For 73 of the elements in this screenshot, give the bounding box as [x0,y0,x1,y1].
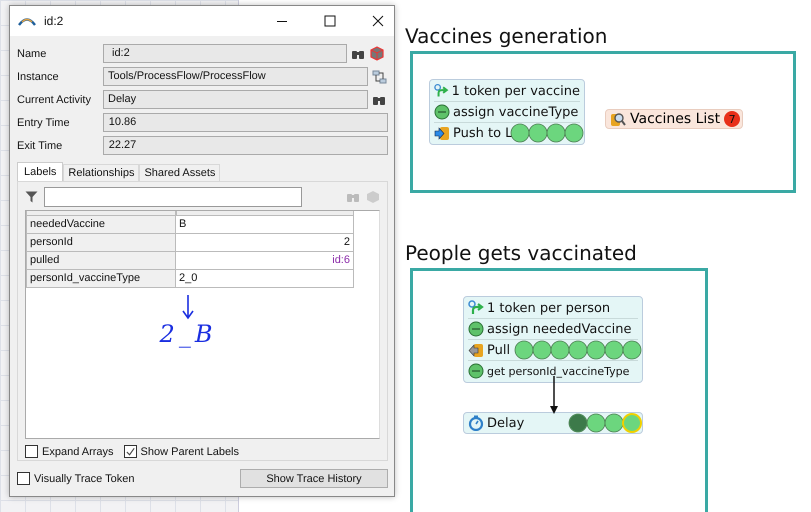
label-name[interactable]: neededVaccine [26,216,176,234]
field-value[interactable]: 22.27 [102,136,388,155]
label-value[interactable]: id:6 [176,252,354,270]
activity-label: assign neededVaccine [487,322,632,336]
show-trace-history-button[interactable]: Show Trace History [240,469,388,488]
activity-label: assign vaccineType [453,104,578,120]
token-icon[interactable] [510,123,530,143]
field-label: Current Activity [17,94,92,106]
field-label: Entry Time [17,116,71,128]
list-label: Vaccines List [630,111,720,127]
flow-title: Vaccines generation [405,24,608,48]
token-icon[interactable] [528,123,548,143]
checkbox[interactable] [124,445,137,458]
list-node[interactable]: Vaccines List 7 [605,109,744,129]
checkbox[interactable] [25,445,38,458]
checkbox-label: Show Parent Labels [140,446,239,458]
label-name[interactable]: personId_vaccineType [26,270,176,288]
flow-title: People gets vaccinated [405,241,638,265]
field-label: Name [17,48,48,60]
token-icon[interactable] [564,123,584,143]
source-icon [468,300,484,316]
stopwatch-icon [468,415,484,431]
pull-icon [468,342,484,358]
activity-label: Delay [487,416,524,430]
activity-block[interactable]: Delay [463,412,643,434]
close-icon[interactable] [372,15,384,27]
filter-icon[interactable] [25,191,38,203]
tab[interactable]: Shared Assets [139,164,220,181]
token-icon[interactable] [622,340,642,360]
token-icon[interactable] [514,340,534,360]
token-icon[interactable] [550,340,570,360]
label-name[interactable]: personId [26,234,176,252]
token-icon[interactable] [546,123,566,143]
token-icon[interactable] [568,340,588,360]
checkbox-label: Visually Trace Token [34,472,134,484]
logo-icon [18,16,36,26]
flow-icon[interactable] [372,70,387,84]
activity-label: 1 token per person [487,300,610,316]
tab[interactable]: Relationships [63,164,140,181]
label-value[interactable]: 2 [176,234,354,252]
field-value[interactable]: id:2 [103,44,347,63]
label-value[interactable]: 2_0 [176,270,354,288]
handwritten-note: 2_B [160,320,216,348]
activity-label: 1 token per vaccine [452,84,580,98]
field-label: Exit Time [17,140,64,152]
maximize-icon[interactable] [324,15,336,27]
cube-icon[interactable] [369,46,384,61]
token-icon[interactable] [586,413,606,433]
source-icon [434,83,449,99]
field-value[interactable]: 10.86 [102,113,388,132]
label-name[interactable]: pulled [26,252,176,270]
window-title: id:2 [44,14,64,28]
tab[interactable]: Labels [17,162,64,181]
arrow-icon [181,294,195,320]
connector-arrow [549,376,559,414]
checkbox[interactable] [17,472,30,485]
checkbox-label: Expand Arrays [42,446,114,458]
token-icon[interactable] [532,340,552,360]
field-label: Instance [17,70,60,82]
activity-block[interactable]: 1 token per person assign neededVaccine Pull get personId_vaccineType [463,296,643,383]
magnifier-icon [610,111,626,127]
token-icon[interactable] [586,340,606,360]
activity-label: get personId_vaccineType [487,364,630,378]
label-value[interactable]: B [176,216,354,234]
count-badge: 7 [724,111,740,127]
token-icon[interactable] [604,413,624,433]
token-icon[interactable] [604,340,624,360]
field-value[interactable]: Delay [103,90,368,109]
push-icon [434,125,450,141]
filter-field[interactable] [44,187,302,207]
activity-label: Pull [487,342,510,358]
field-value[interactable]: Tools/ProcessFlow/ProcessFlow [103,67,368,86]
token-icon[interactable] [568,413,588,433]
